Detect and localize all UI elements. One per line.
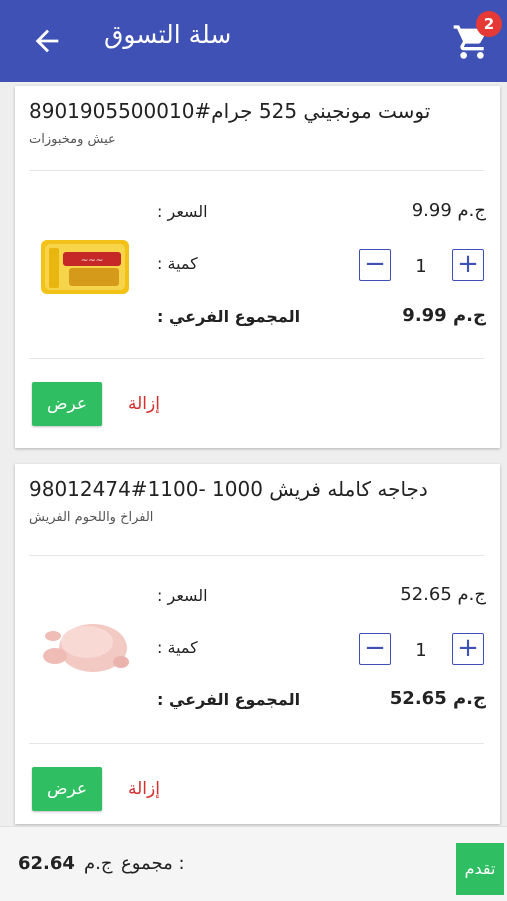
product-name: توست مونجيني 525 جرام#8901905500010 bbox=[29, 99, 431, 123]
view-button[interactable]: عرض bbox=[32, 382, 102, 426]
remove-button[interactable]: إزالة bbox=[128, 779, 160, 799]
cart-count-badge: 2 bbox=[476, 11, 502, 37]
increase-quantity-button[interactable]: + bbox=[452, 249, 484, 281]
app-bar: سلة التسوق 2 bbox=[0, 0, 507, 82]
quantity-value: 1 bbox=[415, 640, 427, 661]
subtotal-value: ج.م 52.65 bbox=[389, 688, 486, 709]
product-category: الفراخ واللحوم الفريش bbox=[29, 510, 154, 525]
svg-text:~~~: ~~~ bbox=[81, 256, 104, 266]
price-label: : السعر bbox=[157, 202, 208, 221]
remove-button[interactable]: إزالة bbox=[128, 394, 160, 414]
subtotal-label: : المجموع الفرعي bbox=[157, 307, 301, 326]
toast-bread-image: ~~~ bbox=[41, 240, 129, 294]
cart-item-card: توست مونجيني 525 جرام#8901905500010 عيش … bbox=[15, 86, 500, 448]
proceed-button[interactable]: تقدم bbox=[456, 843, 504, 895]
total-label: مجموع : bbox=[121, 853, 185, 874]
product-category: عيش ومخبوزات bbox=[29, 132, 116, 147]
divider bbox=[29, 170, 484, 171]
cart-item-card: دجاجه كامله فريش 1000 -1100#98012474 الف… bbox=[15, 464, 500, 824]
quantity-label: : كمية bbox=[157, 254, 198, 273]
quantity-value: 1 bbox=[415, 256, 427, 277]
divider bbox=[29, 555, 484, 556]
cart-total-bar: 62.64 ج.م مجموع : تقدم bbox=[0, 826, 507, 901]
total-currency: ج.م bbox=[84, 853, 113, 874]
price-label: : السعر bbox=[157, 586, 208, 605]
decrease-quantity-button[interactable]: − bbox=[359, 249, 391, 281]
whole-chicken-image bbox=[43, 624, 129, 672]
increase-quantity-button[interactable]: + bbox=[452, 633, 484, 665]
quantity-label: : كمية bbox=[157, 638, 198, 657]
price-value: ج.م 9.99 bbox=[411, 200, 486, 221]
total-value: 62.64 bbox=[18, 853, 75, 874]
page-title: سلة التسوق bbox=[104, 20, 232, 49]
subtotal-label: : المجموع الفرعي bbox=[157, 690, 301, 709]
subtotal-value: ج.م 9.99 bbox=[402, 305, 486, 326]
price-value: ج.م 52.65 bbox=[400, 584, 486, 605]
divider bbox=[29, 358, 484, 359]
divider bbox=[29, 743, 484, 744]
product-name: دجاجه كامله فريش 1000 -1100#98012474 bbox=[29, 477, 428, 501]
decrease-quantity-button[interactable]: − bbox=[359, 633, 391, 665]
back-arrow-icon[interactable] bbox=[30, 24, 64, 58]
view-button[interactable]: عرض bbox=[32, 767, 102, 811]
